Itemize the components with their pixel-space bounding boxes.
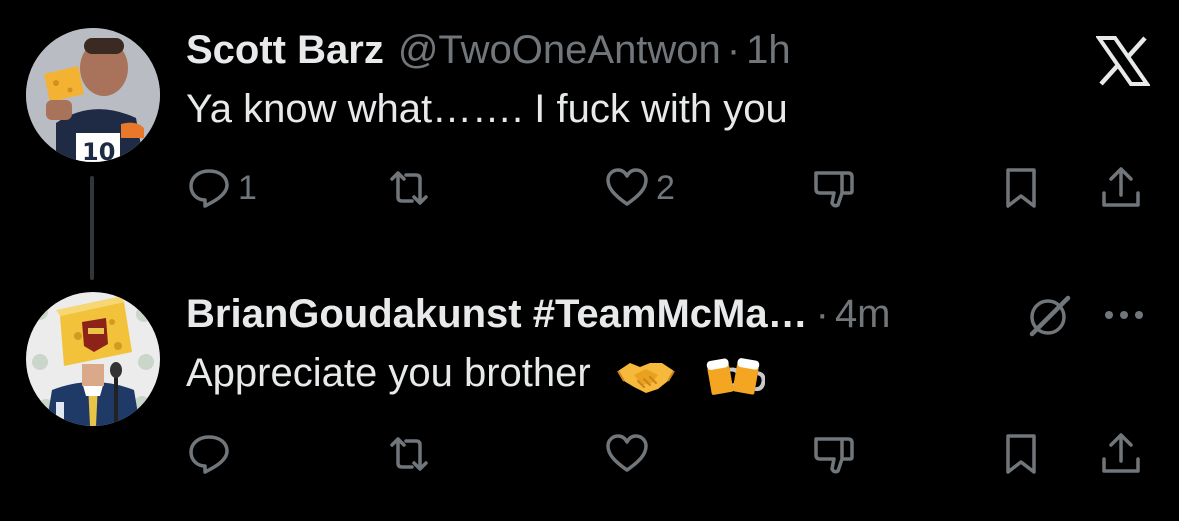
share-icon (1098, 431, 1144, 477)
retweet-button[interactable] (386, 162, 438, 214)
grok-icon[interactable] (1024, 292, 1074, 340)
share-button[interactable] (1098, 162, 1144, 214)
retweet-icon (386, 431, 432, 477)
reply-button[interactable]: 1 (186, 162, 257, 214)
bookmark-button[interactable] (998, 428, 1044, 480)
action-bar: 1 2 (186, 162, 1156, 214)
like-button[interactable]: 2 (604, 162, 675, 214)
retweet-button[interactable] (386, 428, 438, 480)
timestamp[interactable]: 4m (835, 289, 891, 339)
tweet-text-content: Appreciate you brother (186, 351, 591, 395)
tweet-header: Scott Barz @TwoOneAntwon · 1h (186, 25, 791, 75)
handshake-emoji-icon (616, 353, 676, 397)
cheese-head-speaker-avatar-icon (26, 292, 160, 426)
like-count: 2 (656, 168, 675, 207)
reply-icon (186, 165, 232, 211)
bookmark-button[interactable] (998, 162, 1044, 214)
bookmark-icon (998, 165, 1044, 211)
heart-icon (604, 431, 650, 477)
football-fan-avatar-icon: 10 (26, 28, 160, 162)
svg-text:10: 10 (82, 138, 115, 162)
separator-dot: · (726, 28, 741, 72)
avatar[interactable]: 10 (26, 28, 160, 162)
timestamp[interactable]: 1h (746, 25, 791, 75)
dislike-button[interactable] (812, 428, 858, 480)
user-handle[interactable]: @TwoOneAntwon (398, 25, 721, 75)
reply-button[interactable] (186, 428, 238, 480)
display-name[interactable]: Scott Barz (186, 25, 384, 75)
heart-icon (604, 165, 650, 211)
beer-mugs-emoji-icon (705, 353, 765, 397)
like-button[interactable] (604, 428, 656, 480)
share-button[interactable] (1098, 428, 1144, 480)
dislike-icon (812, 165, 858, 211)
dislike-icon (812, 431, 858, 477)
dislike-button[interactable] (812, 162, 858, 214)
avatar[interactable] (26, 292, 160, 426)
action-bar (186, 428, 1156, 480)
tweet-header: BrianGoudakunst #TeamMcMa… · 4m (186, 289, 891, 339)
tweet-2[interactable]: BrianGoudakunst #TeamMcMa… · 4m Apprecia… (0, 250, 1179, 521)
display-name[interactable]: BrianGoudakunst #TeamMcMa… (186, 289, 808, 339)
x-logo-icon[interactable] (1096, 36, 1150, 86)
more-options-icon[interactable] (1102, 308, 1146, 322)
separator-dot: · (815, 292, 829, 336)
retweet-icon (386, 165, 432, 211)
bookmark-icon (998, 431, 1044, 477)
share-icon (1098, 165, 1144, 211)
reply-icon (186, 431, 232, 477)
tweet-text: Appreciate you brother (186, 348, 765, 398)
tweet-text: Ya know what……. I fuck with you (186, 87, 788, 131)
reply-count: 1 (238, 168, 257, 207)
tweet-1[interactable]: 10 Scott Barz @TwoOneAntwon · 1h Ya know… (0, 0, 1179, 280)
